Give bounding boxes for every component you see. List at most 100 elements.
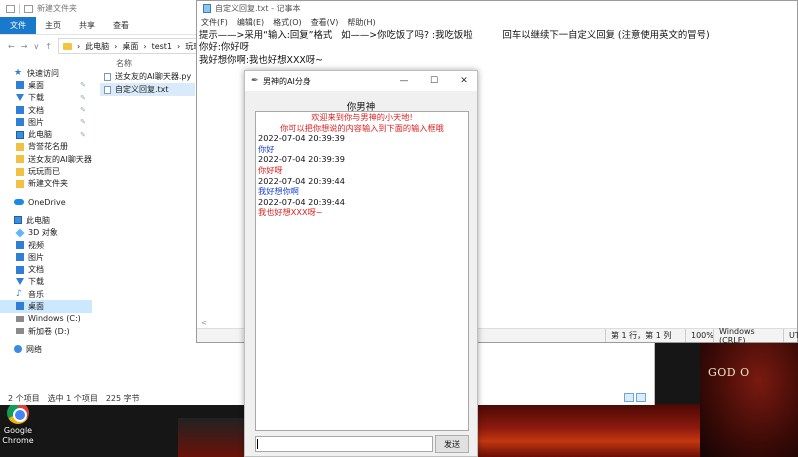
message-bot: 我也好想XXX呀~: [258, 207, 323, 218]
nav-item-documents-pc[interactable]: 文档: [0, 263, 92, 275]
nav-item-drive-d[interactable]: 新加卷 (D:): [0, 325, 92, 337]
file-name: 送女友的AI聊天器.py: [115, 72, 192, 81]
status-selected: 选中 1 个项目: [47, 393, 98, 403]
breadcrumb-item[interactable]: 桌面: [122, 41, 138, 52]
message-timestamp: 2022-07-04 20:39:44: [258, 196, 345, 207]
minimize-button[interactable]: —: [391, 71, 417, 91]
nav-label: 图片: [28, 252, 44, 262]
python-file-icon: [104, 72, 111, 81]
desktop-icon-chrome[interactable]: Google Chrome: [0, 402, 36, 452]
cloud-icon: [14, 199, 24, 206]
nav-label: 玩玩而已: [28, 167, 60, 177]
picture-icon: [16, 253, 24, 262]
maximize-button[interactable]: ☐: [421, 71, 447, 91]
nav-item-downloads[interactable]: 下载 ✎: [0, 92, 92, 104]
cube-icon: [15, 228, 25, 238]
folder-icon: [16, 142, 24, 151]
welcome-line: 欢迎来到你与男神的小天地!: [311, 112, 413, 122]
nav-label: 下载: [28, 93, 44, 103]
network-icon: [14, 345, 22, 354]
nav-item-downloads-pc[interactable]: 下载: [0, 276, 92, 288]
file-item[interactable]: 自定义回复.txt: [100, 83, 195, 96]
menu-edit[interactable]: 编辑(E): [237, 17, 264, 28]
file-item[interactable]: 送女友的AI聊天器.py: [100, 70, 200, 83]
file-list: 名称 送女友的AI聊天器.py 自定义回复.txt: [100, 56, 200, 96]
nav-item-folder[interactable]: 背誉花名册: [0, 141, 92, 153]
nav-item-folder[interactable]: 新建文件夹: [0, 178, 92, 190]
nav-quick-access[interactable]: ★ 快速访问: [0, 67, 92, 79]
menu-format[interactable]: 格式(O): [273, 17, 302, 28]
details-view-icon[interactable]: [624, 393, 634, 402]
chevron-down-icon[interactable]: ∨: [33, 42, 39, 51]
music-icon: ♪: [16, 289, 22, 300]
folder-icon: [16, 179, 24, 188]
menu-file[interactable]: 文件(F): [201, 17, 228, 28]
quick-access-toolbar-icon[interactable]: [6, 4, 15, 13]
nav-item-pictures-pc[interactable]: 图片: [0, 251, 92, 263]
menu-help[interactable]: 帮助(H): [347, 17, 375, 28]
breadcrumb-separator: ›: [143, 41, 147, 51]
scroll-left-icon[interactable]: <: [201, 319, 207, 327]
nav-item-videos[interactable]: 视频: [0, 239, 92, 251]
nav-label: 3D 对象: [28, 228, 58, 238]
nav-item-music[interactable]: ♪ 音乐: [0, 288, 92, 300]
nav-item-this-pc-quick[interactable]: 此电脑 ✎: [0, 128, 92, 140]
folder-icon: [24, 4, 33, 13]
divider: [19, 3, 20, 14]
nav-item-drive-c[interactable]: Windows (C:): [0, 313, 92, 325]
text-line: 提示——>采用“输入:回复”格式 如——>你吃饭了吗? :我吃饭啦 回车以继续下…: [199, 30, 710, 41]
nav-label: 文档: [28, 265, 44, 275]
nav-network[interactable]: 网络: [0, 343, 92, 355]
desktop-icon: [16, 81, 24, 90]
large-icons-view-icon[interactable]: [636, 393, 646, 402]
nav-item-desktop-pc[interactable]: 桌面: [0, 300, 92, 313]
breadcrumb-item[interactable]: test1: [152, 42, 172, 51]
status-position: 第 1 行，第 1 列: [605, 329, 685, 342]
message-input[interactable]: [255, 436, 433, 452]
nav-label: OneDrive: [28, 197, 66, 207]
back-arrow-icon[interactable]: ←: [8, 42, 15, 51]
tab-view[interactable]: 查看: [104, 17, 138, 34]
nav-label: 网络: [26, 344, 42, 354]
nav-label: 文档: [28, 105, 44, 115]
column-header-name[interactable]: 名称: [100, 56, 200, 70]
nav-label: 桌面: [28, 80, 44, 90]
notepad-titlebar[interactable]: 自定义回复.txt - 记事本: [197, 1, 797, 16]
folder-icon: [16, 155, 24, 164]
status-zoom: 100%: [685, 329, 714, 342]
document-icon: [16, 106, 24, 115]
picture-icon: [16, 118, 24, 127]
tab-share[interactable]: 共享: [70, 17, 104, 34]
nav-item-desktop[interactable]: 桌面 ✎: [0, 79, 92, 91]
wallpaper-game-text: GOD O: [708, 366, 750, 379]
notepad-text-area[interactable]: 提示——>采用“输入:回复”格式 如——>你吃饭了吗? :我吃饭啦 回车以继续下…: [199, 30, 710, 67]
notepad-title: 自定义回复.txt - 记事本: [215, 4, 301, 13]
breadcrumb-item[interactable]: 此电脑: [85, 41, 109, 52]
nav-item-folder[interactable]: 玩玩而已: [0, 165, 92, 177]
up-arrow-icon[interactable]: ↑: [45, 42, 52, 51]
nav-onedrive[interactable]: OneDrive: [0, 196, 92, 208]
nav-this-pc[interactable]: 此电脑: [0, 214, 92, 226]
send-button[interactable]: 发送: [435, 435, 469, 453]
nav-label: 送女友的AI聊天器: [28, 154, 92, 164]
nav-item-pictures[interactable]: 图片 ✎: [0, 116, 92, 128]
chat-log[interactable]: 欢迎来到你与男神的小天地! 你可以把你想说的内容输入到下面的输入框哦 2022-…: [255, 111, 469, 431]
menu-view[interactable]: 查看(V): [311, 17, 339, 28]
forward-arrow-icon[interactable]: →: [21, 42, 28, 51]
notepad-icon: [203, 4, 211, 13]
tab-file[interactable]: 文件: [0, 17, 36, 34]
message-bot: 你好呀: [258, 164, 283, 175]
nav-item-3d-objects[interactable]: 3D 对象: [0, 227, 92, 239]
nav-label: 音乐: [28, 289, 44, 299]
drive-icon: [16, 328, 24, 335]
view-toggle: [624, 393, 646, 402]
close-button[interactable]: ✕: [451, 71, 477, 91]
nav-item-documents[interactable]: 文档 ✎: [0, 104, 92, 116]
chat-window-title: 男神的AI分身: [263, 76, 311, 86]
tab-home[interactable]: 主页: [36, 17, 70, 34]
chat-window: ✒ 男神的AI分身 — ☐ ✕ 你男神 欢迎来到你与男神的小天地! 你可以把你想…: [244, 70, 478, 457]
chat-titlebar[interactable]: ✒ 男神的AI分身 — ☐ ✕: [245, 71, 477, 91]
nav-item-folder[interactable]: 送女友的AI聊天器: [0, 153, 92, 165]
document-icon: [16, 265, 24, 274]
video-icon: [16, 241, 24, 249]
